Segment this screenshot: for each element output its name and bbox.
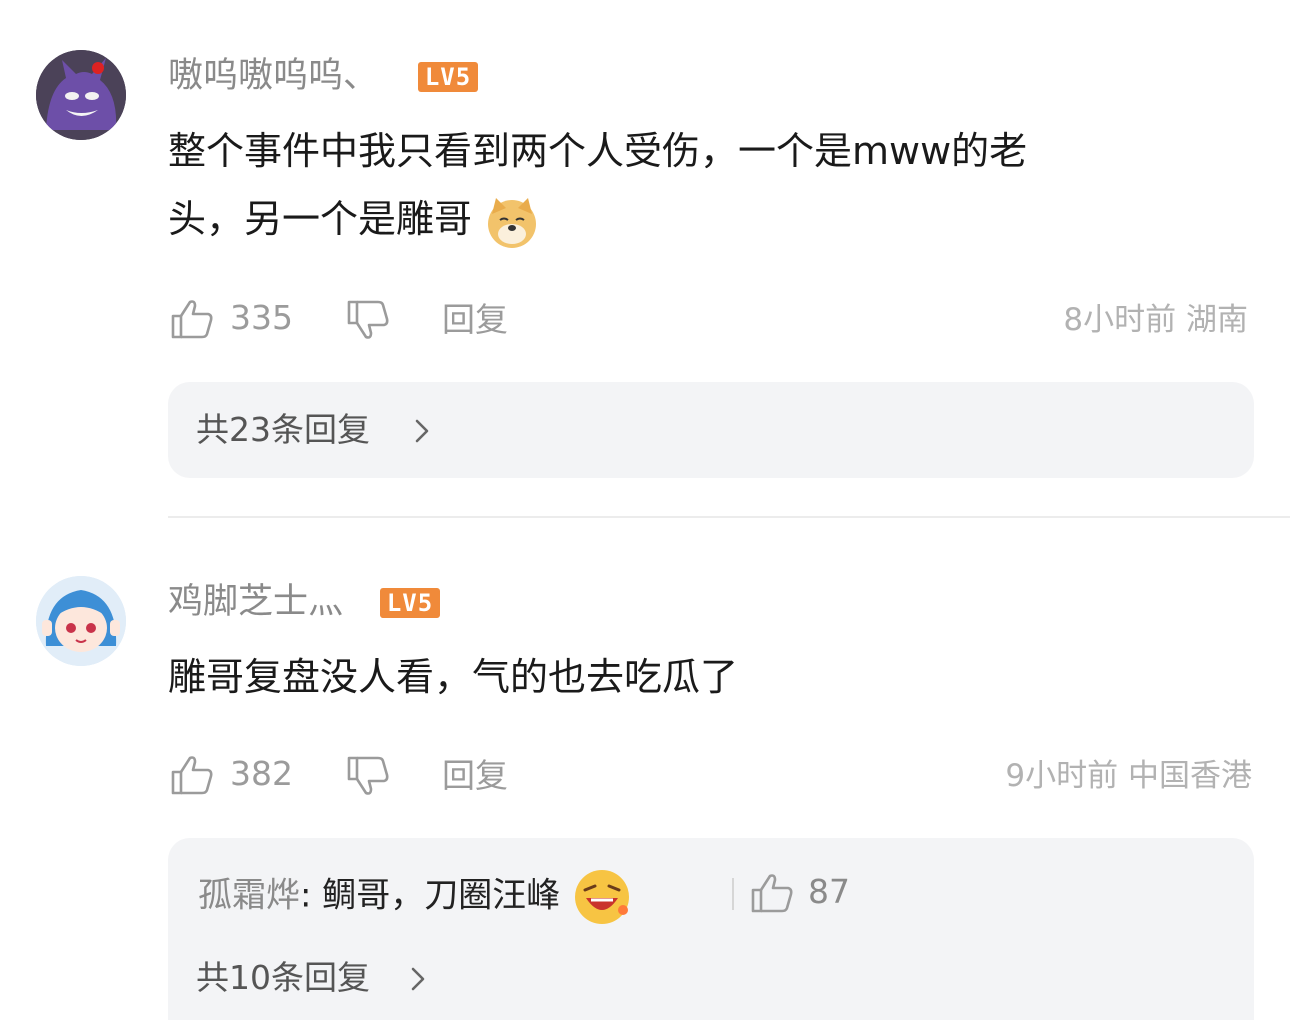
comment-text-line: 整个事件中我只看到两个人受伤，一个是mww的老 <box>168 129 1028 173</box>
thumbs-down-icon <box>347 300 389 339</box>
timestamp: 8小时前 <box>1063 302 1177 338</box>
comment-text: 雕哥复盘没人看，气的也去吃瓜了 <box>168 655 739 699</box>
sub-reply-author[interactable]: 孤霜烨 <box>198 876 300 916</box>
like-count: 382 <box>230 754 293 793</box>
reply-button[interactable]: 回复 <box>442 298 508 342</box>
laugh-emoji-icon <box>571 866 633 928</box>
timestamp: 9小时前 <box>1005 758 1119 794</box>
reply-count: 共10条回复 <box>196 958 370 997</box>
sub-reply-like-button[interactable]: 87 <box>750 868 860 916</box>
thumbs-up-icon <box>171 756 213 795</box>
reply-count: 共23条回复 <box>196 410 370 449</box>
comment-text-line-2: 头，另一个是雕哥 <box>168 186 540 252</box>
avatar[interactable] <box>36 576 126 666</box>
sub-reply-text: : 鲷哥，刀圈汪峰 <box>300 875 561 916</box>
level-badge: LV5 <box>418 62 478 92</box>
location: 中国香港 <box>1128 758 1252 794</box>
chevron-right-icon <box>411 967 425 991</box>
gengar-avatar-icon <box>36 50 126 140</box>
username[interactable]: 嗷呜嗷呜呜、 <box>168 54 378 98</box>
reply-button[interactable]: 回复 <box>442 754 508 798</box>
comment-text: 头，另一个是雕哥 <box>168 197 473 241</box>
divider <box>168 516 1290 518</box>
like-button[interactable]: 335 <box>170 296 300 344</box>
doge-emoji-icon <box>484 194 540 250</box>
level-badge: LV5 <box>380 588 440 618</box>
sub-reply[interactable]: 孤霜烨: 鲷哥，刀圈汪峰 <box>198 866 633 928</box>
sub-reply-separator <box>732 878 734 910</box>
username[interactable]: 鸡脚芝士灬 <box>168 580 343 624</box>
anime-avatar-icon <box>36 576 126 666</box>
comment-meta: 9小时前 中国香港 <box>1005 754 1252 798</box>
dislike-button[interactable] <box>346 754 392 800</box>
chevron-right-icon <box>415 419 429 443</box>
thumbs-up-icon <box>171 300 213 339</box>
thumbs-up-icon <box>751 874 793 913</box>
reply-summary-box[interactable]: 共23条回复 <box>168 382 1254 478</box>
avatar[interactable] <box>36 50 126 140</box>
like-count: 87 <box>808 872 850 911</box>
dislike-button[interactable] <box>346 298 392 344</box>
like-count: 335 <box>230 298 293 337</box>
like-button[interactable]: 382 <box>170 752 300 800</box>
thumbs-down-icon <box>347 756 389 795</box>
comment-meta: 8小时前 湖南 <box>1063 298 1248 342</box>
location: 湖南 <box>1186 302 1248 338</box>
reply-summary-box[interactable]: 孤霜烨: 鲷哥，刀圈汪峰 87 共10条回复 <box>168 838 1254 1020</box>
